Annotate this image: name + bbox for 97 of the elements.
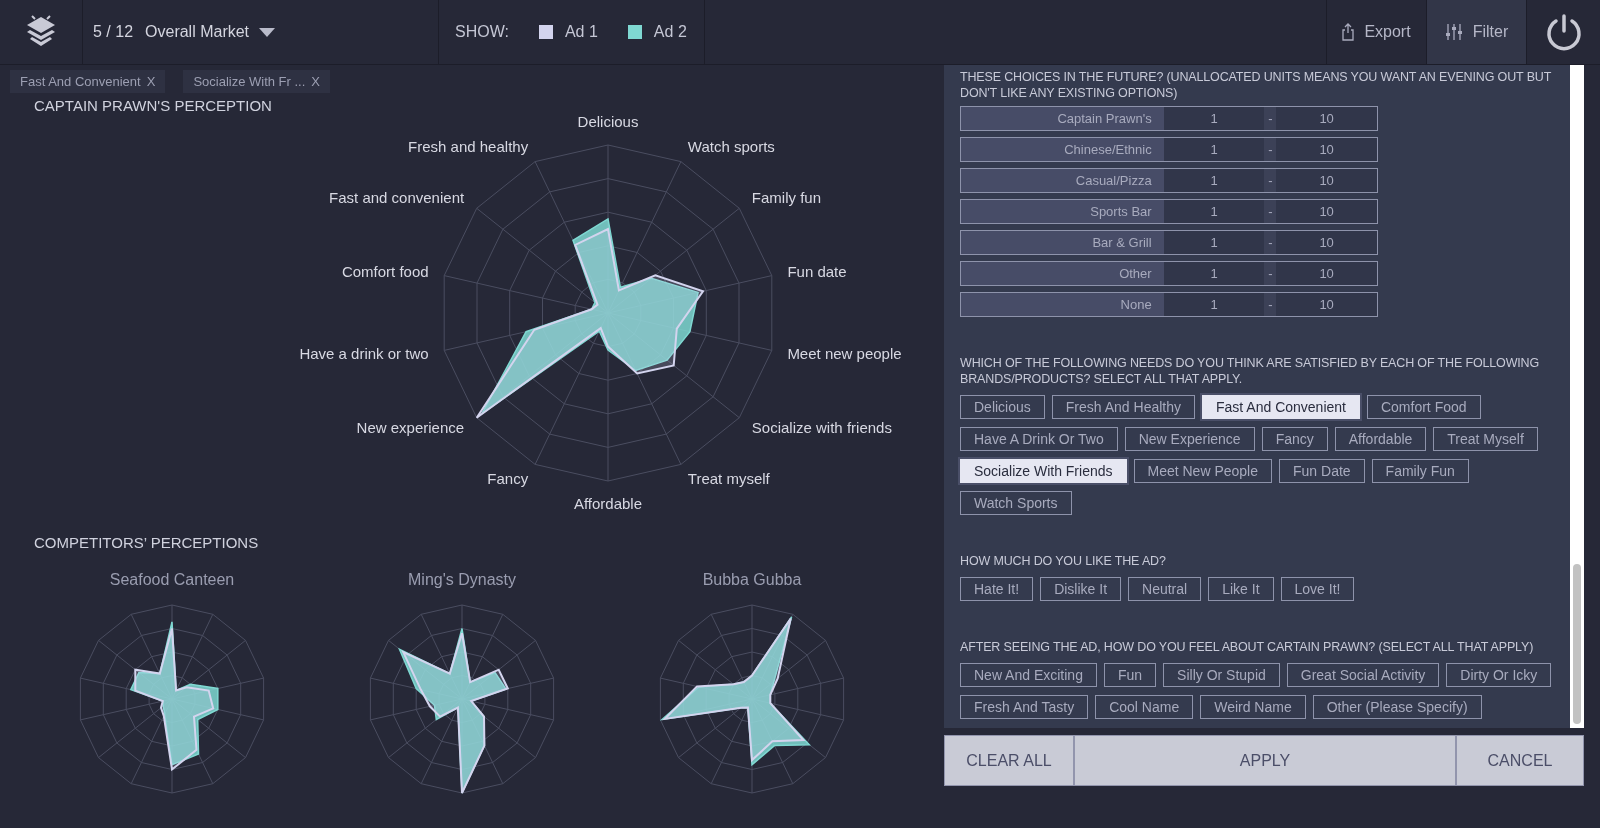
chart-title: Seafood Canteen	[109, 571, 235, 589]
range-label: Other	[961, 262, 1164, 285]
axis-label: Fast and convenient	[329, 189, 465, 207]
range-min-field[interactable]: 1	[1163, 231, 1265, 254]
remove-tag-button[interactable]: X	[311, 74, 320, 89]
range-min-field[interactable]: 1	[1163, 107, 1265, 130]
option-chip[interactable]: Socialize With Friends	[960, 459, 1127, 483]
range-min-field[interactable]: 1	[1163, 138, 1265, 161]
range-separator: -	[1264, 107, 1277, 130]
range-label: Chinese/Ethnic	[961, 138, 1164, 161]
axis-label: Delicious	[577, 114, 639, 130]
range-label: Captain Prawn's	[961, 107, 1164, 130]
show-label: SHOW:	[455, 23, 509, 41]
range-max-field[interactable]: 10	[1276, 107, 1377, 130]
option-chip[interactable]: Love It!	[1280, 577, 1355, 601]
range-max-field[interactable]: 10	[1276, 231, 1377, 254]
range-max-field[interactable]: 10	[1276, 169, 1377, 192]
range-separator: -	[1264, 231, 1277, 254]
question-text: AFTER SEEING THE AD, HOW DO YOU FEEL ABOUT CARTAIN PRAWN? (SELECT ALL THAT APPLY)	[960, 639, 1535, 655]
axis-label: Socialize with friends	[751, 418, 892, 436]
option-chip[interactable]: Weird Name	[1200, 695, 1306, 719]
option-chip[interactable]: Delicious	[960, 395, 1045, 419]
option-chip[interactable]: Fast And Convenient	[1202, 395, 1360, 419]
remove-tag-button[interactable]: X	[146, 74, 156, 89]
question-text: THESE CHOICES IN THE FUTURE? (UNALLOCATED UNITS MEANS YOU WANT AN EVENING OUT BUT DON'T LIKE ANY EXISTING OPTIONS)	[960, 69, 1552, 101]
range-label: None	[961, 293, 1164, 316]
filter-button[interactable]: Filter	[1426, 0, 1526, 64]
axis-label: Treat myself	[687, 469, 770, 487]
axis-label: Fancy	[487, 469, 529, 487]
option-chip[interactable]: Meet New People	[1133, 459, 1272, 483]
option-chip[interactable]: Affordable	[1334, 427, 1427, 451]
option-chip[interactable]: Have A Drink Or Two	[960, 427, 1118, 451]
axis-label: Comfort food	[341, 263, 429, 281]
section-title: CAPTAIN PRAWN'S PERCEPTION	[34, 97, 273, 114]
option-chip[interactable]: Fresh And Healthy	[1051, 395, 1195, 419]
option-chip[interactable]: New And Exciting	[960, 663, 1097, 687]
legend-toggle[interactable]: Ad 2	[627, 23, 687, 41]
axis-label: Fresh and healthy	[408, 138, 529, 156]
axis-label: Meet new people	[787, 344, 902, 362]
panel-button[interactable]: CANCEL	[1456, 735, 1584, 786]
range-separator: -	[1264, 138, 1277, 161]
tag-label: Socialize With Fr ...	[193, 74, 306, 89]
option-chip[interactable]: Neutral	[1128, 577, 1202, 601]
range-max-field[interactable]: 10	[1276, 262, 1377, 285]
option-chip[interactable]: Hate It!	[960, 577, 1034, 601]
range-label: Sports Bar	[961, 200, 1164, 223]
scrollbar-thumb[interactable]	[1573, 564, 1581, 724]
range-separator: -	[1264, 169, 1277, 192]
panel-button[interactable]: CLEAR ALL	[944, 735, 1074, 786]
range-separator: -	[1264, 262, 1277, 285]
option-chip[interactable]: Like It	[1208, 577, 1274, 601]
range-label: Bar & Grill	[961, 231, 1164, 254]
range-min-field[interactable]: 1	[1163, 262, 1265, 285]
axis-label: Have a drink or two	[299, 344, 429, 362]
legend-toggle[interactable]: Ad 1	[538, 23, 598, 41]
range-min-field[interactable]: 1	[1163, 169, 1265, 192]
caret-icon	[259, 27, 276, 37]
panel-button[interactable]: APPLY	[1074, 735, 1456, 786]
option-chip[interactable]: Silly Or Stupid	[1163, 663, 1280, 687]
axis-label: Affordable	[573, 495, 643, 512]
question-text: WHICH OF THE FOLLOWING NEEDS DO YOU THINK ARE SATISFIED BY EACH OF THE FOLLOWING BRANDS/PRODUCTS? SELECT ALL THAT APPLY.	[960, 355, 1541, 387]
option-chip[interactable]: Dirty Or Icky	[1446, 663, 1552, 687]
axis-label: Fun date	[787, 263, 847, 281]
option-chip[interactable]: Cool Name	[1095, 695, 1194, 719]
axis-label: Watch sports	[687, 138, 775, 156]
power-icon	[1544, 13, 1583, 51]
axis-label: Family fun	[751, 189, 822, 207]
option-chip[interactable]: Fun	[1103, 663, 1157, 687]
tag-label: Fast And Convenient	[20, 74, 141, 89]
option-chip[interactable]: Dislike It	[1040, 577, 1122, 601]
option-chip[interactable]: Great Social Activity	[1286, 663, 1440, 687]
export-icon	[1342, 23, 1355, 41]
option-chip[interactable]: Comfort Food	[1366, 395, 1481, 419]
sliders-icon	[1444, 23, 1463, 41]
chart-title: Bubba Gubba	[702, 571, 802, 589]
option-chip[interactable]: New Experience	[1124, 427, 1255, 451]
range-max-field[interactable]: 10	[1276, 200, 1377, 223]
range-label: Casual/Pizza	[961, 169, 1164, 192]
option-chip[interactable]: Other (Please Specify)	[1312, 695, 1482, 719]
option-chip[interactable]: Fresh And Tasty	[960, 695, 1089, 719]
range-separator: -	[1264, 293, 1277, 316]
scrollbar[interactable]	[1570, 65, 1584, 728]
chart-title: Ming's Dynasty	[408, 571, 516, 589]
question-text: HOW MUCH DO YOU LIKE THE AD?	[960, 553, 1167, 569]
option-chip[interactable]: Watch Sports	[960, 491, 1072, 515]
option-chip[interactable]: Family Fun	[1371, 459, 1469, 483]
range-min-field[interactable]: 1	[1163, 293, 1265, 316]
option-chip[interactable]: Fun Date	[1279, 459, 1365, 483]
axis-label: New experience	[356, 418, 465, 436]
option-chip[interactable]: Fancy	[1261, 427, 1328, 451]
section-title: COMPETITORS’ PERCEPTIONS	[34, 534, 260, 551]
option-chip[interactable]: Treat Myself	[1433, 427, 1538, 451]
range-min-field[interactable]: 1	[1163, 200, 1265, 223]
range-separator: -	[1264, 200, 1277, 223]
market-dropdown[interactable]: 5 / 12 Overall Market	[83, 0, 439, 64]
range-max-field[interactable]: 10	[1276, 138, 1377, 161]
range-max-field[interactable]: 10	[1276, 293, 1377, 316]
